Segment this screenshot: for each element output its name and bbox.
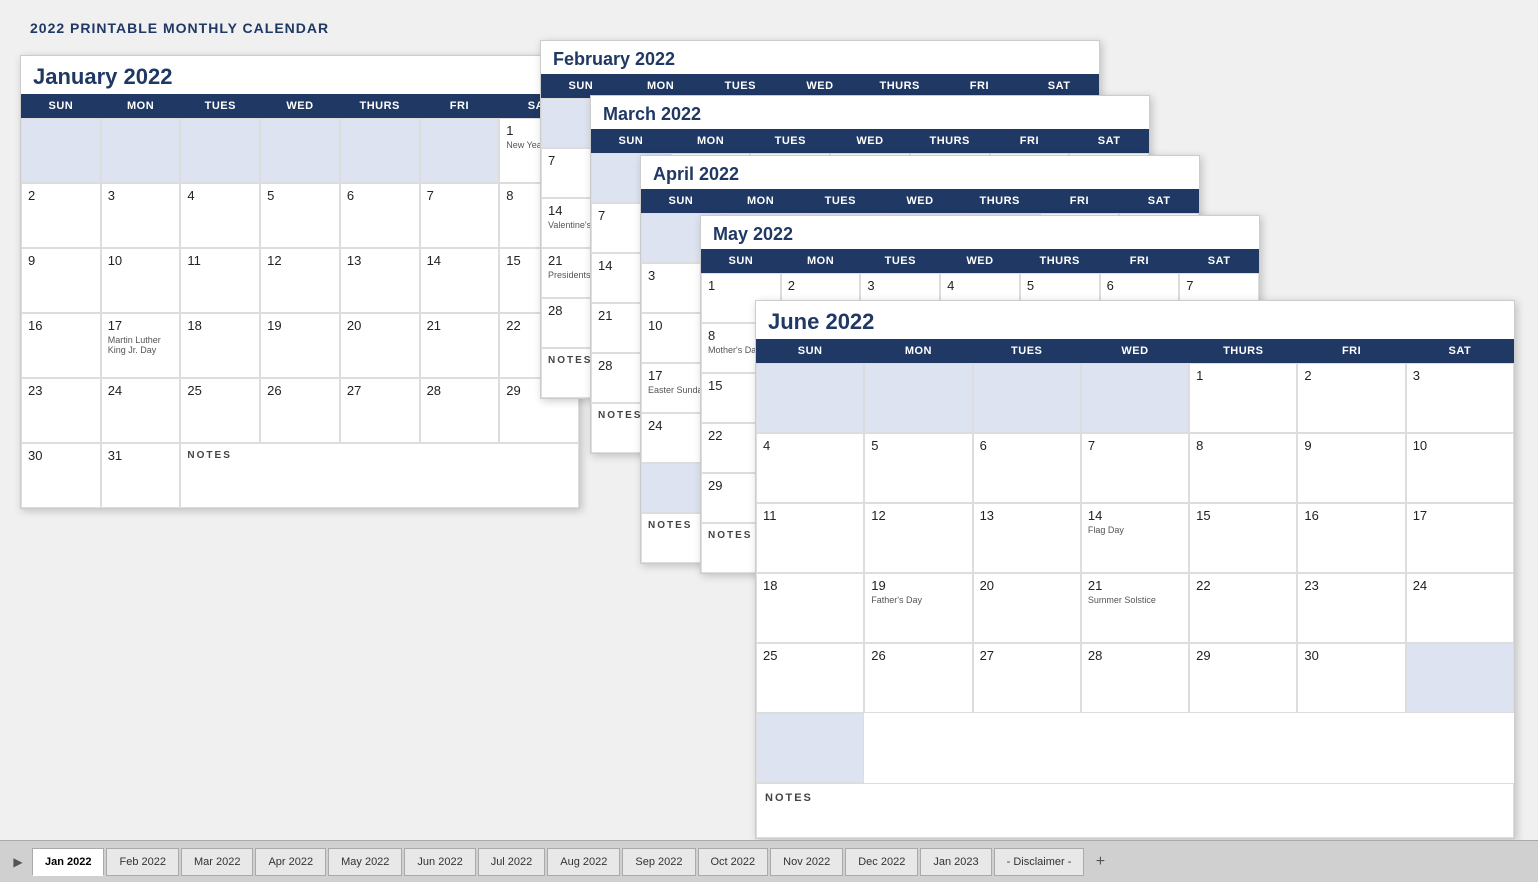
jan-hdr-mon: MON <box>101 94 181 118</box>
march-title: March 2022 <box>591 96 1149 129</box>
jan-cell-27: 27 <box>340 378 420 443</box>
jan-cell-empty3 <box>180 118 260 183</box>
jan-cell-10: 10 <box>101 248 181 313</box>
main-area: 2022 PRINTABLE MONTHLY CALENDAR January … <box>0 0 1538 840</box>
jan-cell-3: 3 <box>101 183 181 248</box>
tab-jun-2022[interactable]: Jun 2022 <box>404 848 475 876</box>
jan-cell-11: 11 <box>180 248 260 313</box>
tab-jan-2022[interactable]: Jan 2022 <box>32 848 104 876</box>
tab-scroll-left[interactable]: ▶ <box>10 854 26 870</box>
page-title: 2022 PRINTABLE MONTHLY CALENDAR <box>30 20 1508 36</box>
tab-oct-2022[interactable]: Oct 2022 <box>698 848 769 876</box>
jan-cell-4: 4 <box>180 183 260 248</box>
tab-disclaimer[interactable]: - Disclaimer - <box>994 848 1085 876</box>
jan-cell-17: 17Martin Luther King Jr. Day <box>101 313 181 378</box>
jan-cell-6: 6 <box>340 183 420 248</box>
tab-dec-2022[interactable]: Dec 2022 <box>845 848 918 876</box>
jan-cell-13: 13 <box>340 248 420 313</box>
jan-hdr-tue: TUES <box>180 94 260 118</box>
calendar-june: June 2022 SUN MON TUES WED THURS FRI SAT… <box>755 300 1515 839</box>
jan-cell-24: 24 <box>101 378 181 443</box>
jan-cell-9: 9 <box>21 248 101 313</box>
january-title: January 2022 <box>21 56 579 94</box>
jan-cell-16: 16 <box>21 313 101 378</box>
tab-add-button[interactable]: + <box>1088 850 1112 874</box>
jan-hdr-thu: THURS <box>340 94 420 118</box>
jan-cell-7: 7 <box>420 183 500 248</box>
jan-cell-12: 12 <box>260 248 340 313</box>
tab-may-2022[interactable]: May 2022 <box>328 848 402 876</box>
april-title: April 2022 <box>641 156 1199 189</box>
tab-sep-2022[interactable]: Sep 2022 <box>622 848 695 876</box>
may-title: May 2022 <box>701 216 1259 249</box>
jan-cell-20: 20 <box>340 313 420 378</box>
jan-hdr-sun: SUN <box>21 94 101 118</box>
june-notes: NOTES <box>756 783 1514 838</box>
jan-cell-14: 14 <box>420 248 500 313</box>
jan-cell-31: 31 <box>101 443 181 508</box>
jan-cell-empty1 <box>21 118 101 183</box>
jan-hdr-fri: FRI <box>420 94 500 118</box>
jan-cell-18: 18 <box>180 313 260 378</box>
jan-cell-19: 19 <box>260 313 340 378</box>
may-header: SUN MON TUES WED THURS FRI SAT <box>701 249 1259 273</box>
tab-apr-2022[interactable]: Apr 2022 <box>255 848 326 876</box>
jan-hdr-wed: WED <box>260 94 340 118</box>
tab-bar: ▶ Jan 2022 Feb 2022 Mar 2022 Apr 2022 Ma… <box>0 840 1538 882</box>
jan-cell-28: 28 <box>420 378 500 443</box>
jan-cell-26: 26 <box>260 378 340 443</box>
jan-cell-2: 2 <box>21 183 101 248</box>
calendar-january: January 2022 SUN MON TUES WED THURS FRI … <box>20 55 580 509</box>
tab-mar-2022[interactable]: Mar 2022 <box>181 848 253 876</box>
jan-cell-empty4 <box>260 118 340 183</box>
jan-cell-21: 21 <box>420 313 500 378</box>
january-header: SUN MON TUES WED THURS FRI SAT <box>21 94 579 118</box>
jan-cell-25: 25 <box>180 378 260 443</box>
june-header: SUN MON TUES WED THURS FRI SAT <box>756 339 1514 363</box>
tab-aug-2022[interactable]: Aug 2022 <box>547 848 620 876</box>
tab-jan-2023[interactable]: Jan 2023 <box>920 848 991 876</box>
jan-cell-5: 5 <box>260 183 340 248</box>
february-title: February 2022 <box>541 41 1099 74</box>
jan-notes: NOTES <box>180 443 579 508</box>
june-title: June 2022 <box>756 301 1514 339</box>
april-header: SUN MON TUES WED THURS FRI SAT <box>641 189 1199 213</box>
tab-feb-2022[interactable]: Feb 2022 <box>106 848 178 876</box>
jan-cell-empty6 <box>420 118 500 183</box>
june-grid: 1 2 3 4 5 6 7 8 9 10 11 12 13 14Flag Day… <box>756 363 1514 838</box>
march-header: SUN MON TUES WED THURS FRI SAT <box>591 129 1149 153</box>
jan-cell-30: 30 <box>21 443 101 508</box>
tab-nov-2022[interactable]: Nov 2022 <box>770 848 843 876</box>
jan-cell-empty5 <box>340 118 420 183</box>
january-grid: 1New Year's Day 2 3 4 5 6 7 8 9 10 11 12… <box>21 118 579 508</box>
jan-cell-empty2 <box>101 118 181 183</box>
tab-jul-2022[interactable]: Jul 2022 <box>478 848 546 876</box>
jan-cell-23: 23 <box>21 378 101 443</box>
